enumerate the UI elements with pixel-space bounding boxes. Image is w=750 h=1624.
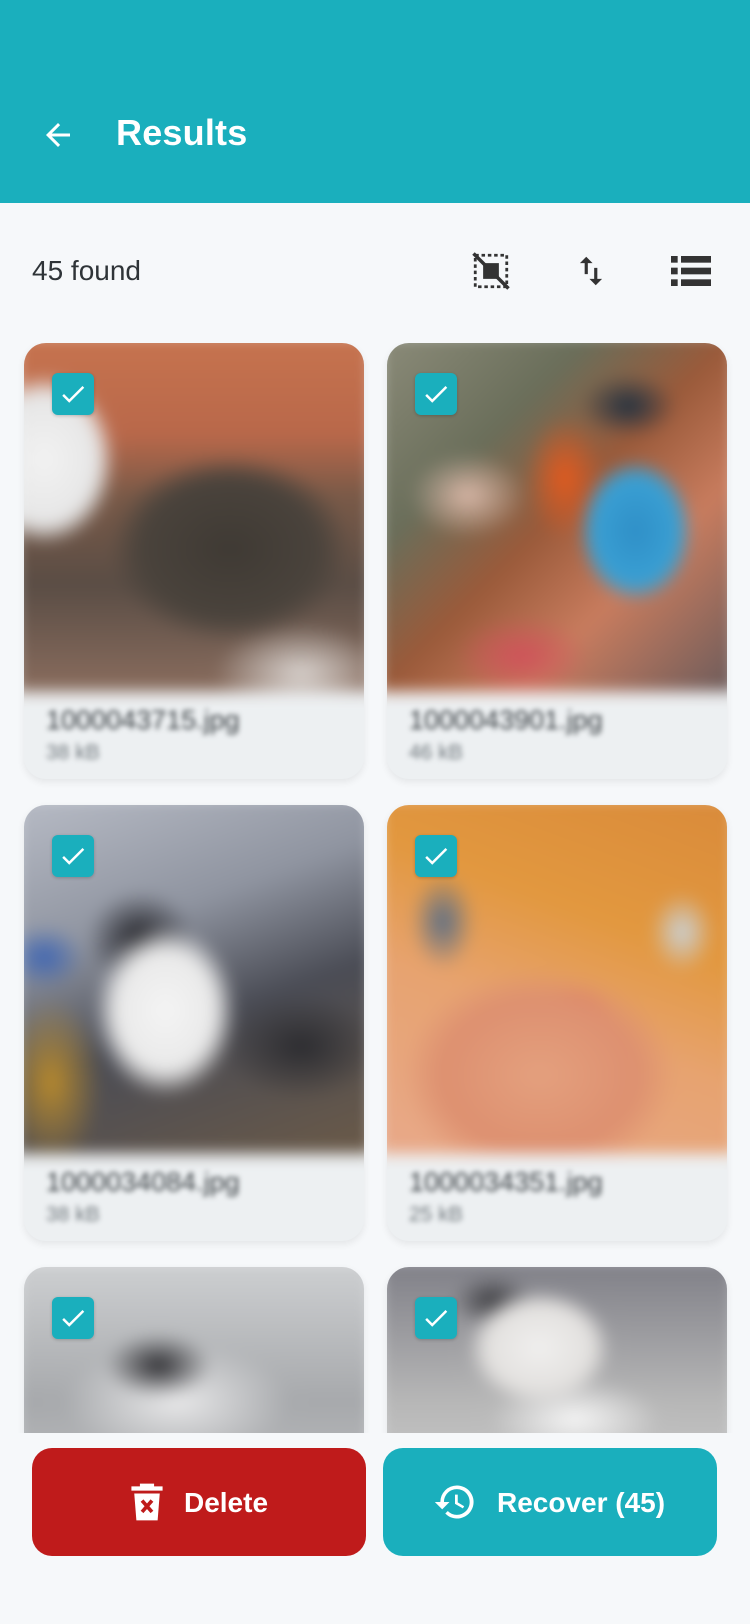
result-card[interactable]: 1000034084.jpg 38 kB <box>24 805 364 1241</box>
page-title: Results <box>116 112 248 153</box>
check-icon <box>62 386 85 403</box>
restore-history-icon <box>434 1485 474 1519</box>
delete-button[interactable]: Delete <box>32 1448 366 1556</box>
deselect-all-icon <box>472 252 510 290</box>
sort-button[interactable] <box>565 245 617 297</box>
select-checkbox[interactable] <box>415 835 457 877</box>
delete-label: Delete <box>183 1486 269 1518</box>
file-meta: 1000034351.jpg 25 kB <box>387 1145 727 1241</box>
file-meta: 1000043901.jpg 46 kB <box>387 683 727 779</box>
app-bar: Results <box>0 0 750 203</box>
file-size: 38 kB <box>46 1203 100 1226</box>
result-card[interactable]: 1000043901.jpg 46 kB <box>387 343 727 779</box>
found-count: 45 found <box>32 255 141 286</box>
recover-button[interactable]: Recover (45) <box>383 1448 717 1556</box>
select-checkbox[interactable] <box>52 835 94 877</box>
file-name: 1000043715.jpg <box>46 705 240 735</box>
check-icon <box>62 1310 85 1327</box>
select-checkbox[interactable] <box>415 1297 457 1339</box>
check-icon <box>425 848 448 865</box>
trash-icon <box>131 1483 163 1521</box>
check-icon <box>425 386 448 403</box>
result-card[interactable]: 1000034351.jpg 25 kB <box>387 805 727 1241</box>
result-card[interactable]: 1000043715.jpg 38 kB <box>24 343 364 779</box>
file-size: 25 kB <box>409 1203 463 1226</box>
result-card[interactable] <box>387 1267 727 1433</box>
results-grid: 1000043715.jpg 38 kB 1000043901.jpg 46 k… <box>0 343 750 1433</box>
check-icon <box>62 848 85 865</box>
list-view-icon <box>671 256 711 286</box>
select-checkbox[interactable] <box>52 373 94 415</box>
file-name: 1000034351.jpg <box>409 1167 603 1197</box>
file-size: 46 kB <box>409 741 463 764</box>
results-toolbar: 45 found <box>0 203 750 333</box>
recover-label: Recover (45) <box>497 1486 666 1518</box>
file-name: 1000034084.jpg <box>46 1167 240 1197</box>
deselect-all-button[interactable] <box>465 245 517 297</box>
file-name: 1000043901.jpg <box>409 705 603 735</box>
file-meta: 1000043715.jpg 38 kB <box>24 683 364 779</box>
thumbnail-image <box>387 1267 727 1433</box>
result-card[interactable] <box>24 1267 364 1433</box>
view-toggle-button[interactable] <box>665 245 717 297</box>
thumbnail-image <box>24 1267 364 1433</box>
select-checkbox[interactable] <box>415 373 457 415</box>
select-checkbox[interactable] <box>52 1297 94 1339</box>
file-meta: 1000034084.jpg 38 kB <box>24 1145 364 1241</box>
action-bar: Delete Recover (45) <box>0 1434 750 1624</box>
file-size: 38 kB <box>46 741 100 764</box>
back-button[interactable] <box>36 113 80 157</box>
sort-icon <box>579 256 603 286</box>
arrow-left-icon <box>46 123 70 147</box>
check-icon <box>425 1310 448 1327</box>
